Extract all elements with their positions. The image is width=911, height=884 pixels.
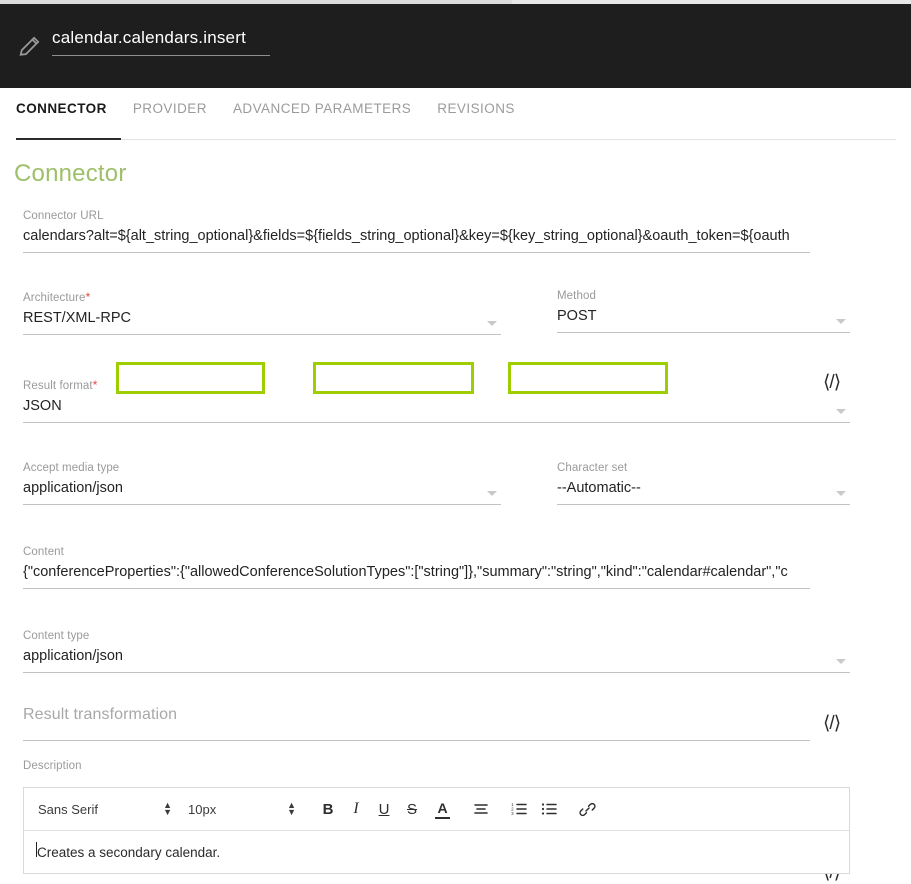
section-title: Connector <box>14 160 127 187</box>
result-format-field[interactable]: Result format* JSON <box>23 378 850 423</box>
font-size-value: 10px <box>188 801 217 817</box>
tab-active-indicator <box>16 137 121 140</box>
method-chevron-down-icon[interactable] <box>836 319 846 324</box>
character-set-underline <box>557 504 850 505</box>
accept-media-type-value[interactable]: application/json <box>23 478 501 499</box>
method-underline <box>557 332 850 333</box>
architecture-label: Architecture* <box>23 290 501 304</box>
result-format-required-marker: * <box>92 378 98 392</box>
result-format-label-text: Result format <box>23 380 93 392</box>
result-format-underline <box>23 422 850 423</box>
numbered-list-icon[interactable]: 1 2 3 <box>505 795 533 823</box>
accept-media-type-field[interactable]: Accept media type application/json <box>23 462 501 505</box>
result-transformation-underline <box>23 740 810 741</box>
character-set-chevron-down-icon[interactable] <box>836 491 846 496</box>
result-transformation-field[interactable]: Result transformation <box>23 704 810 741</box>
result-format-chevron-down-icon[interactable] <box>836 409 846 414</box>
description-editor[interactable]: Sans Serif ▲ ▼ 10px ▲ ▼ B I U S A 1 2 3 … <box>23 787 850 874</box>
description-editor-content[interactable]: Creates a secondary calendar. <box>24 831 849 860</box>
description-text[interactable]: Creates a secondary calendar. <box>37 845 220 860</box>
pencil-icon[interactable] <box>16 32 44 60</box>
font-family-select[interactable]: Sans Serif ▲ ▼ <box>38 801 172 817</box>
architecture-field[interactable]: Architecture* REST/XML-RPC <box>23 290 501 335</box>
architecture-required-marker: * <box>85 290 91 304</box>
tab-provider[interactable]: PROVIDER <box>133 101 207 131</box>
page-title[interactable]: calendar.calendars.insert <box>52 28 270 55</box>
description-label: Description <box>23 760 82 772</box>
result-format-label: Result format* <box>23 378 850 392</box>
content-field[interactable]: Content {"conferenceProperties":{"allowe… <box>23 546 810 589</box>
align-icon[interactable] <box>467 795 495 823</box>
tab-list: CONNECTOR PROVIDER ADVANCED PARAMETERS R… <box>16 101 541 131</box>
font-family-spinner-icon[interactable]: ▲ ▼ <box>163 801 172 817</box>
character-set-field[interactable]: Character set --Automatic-- <box>557 462 850 505</box>
header-title-wrap[interactable]: calendar.calendars.insert <box>52 28 270 56</box>
editor-toolbar: Sans Serif ▲ ▼ 10px ▲ ▼ B I U S A 1 2 3 <box>24 788 849 831</box>
content-code-icon[interactable]: ⟨/⟩ <box>823 712 841 735</box>
tab-advanced-parameters[interactable]: ADVANCED PARAMETERS <box>233 101 411 131</box>
architecture-chevron-down-icon[interactable] <box>487 321 497 326</box>
architecture-label-text: Architecture <box>23 292 86 304</box>
accept-media-type-label: Accept media type <box>23 462 120 474</box>
connector-url-underline <box>23 252 810 253</box>
connector-url-label: Connector URL <box>23 210 104 222</box>
bold-icon[interactable]: B <box>314 795 342 823</box>
content-underline <box>23 588 810 589</box>
accept-media-type-underline <box>23 504 501 505</box>
connector-url-value[interactable]: calendars?alt=${alt_string_optional}&fie… <box>23 226 810 247</box>
app-header: calendar.calendars.insert <box>0 4 911 88</box>
content-value[interactable]: {"conferenceProperties":{"allowedConfere… <box>23 562 810 583</box>
tab-revisions[interactable]: REVISIONS <box>437 101 515 131</box>
method-label: Method <box>557 290 596 302</box>
accept-media-type-chevron-down-icon[interactable] <box>487 491 497 496</box>
architecture-underline <box>23 334 501 335</box>
svg-text:3: 3 <box>511 811 514 816</box>
font-size-spinner-icon[interactable]: ▲ ▼ <box>287 801 296 817</box>
content-type-label: Content type <box>23 630 90 642</box>
bulleted-list-icon[interactable] <box>535 795 563 823</box>
tab-bar: CONNECTOR PROVIDER ADVANCED PARAMETERS R… <box>0 88 911 140</box>
description-field: Description <box>23 760 850 776</box>
strikethrough-icon[interactable]: S <box>398 795 426 823</box>
header-title-underline <box>52 55 270 56</box>
character-set-value[interactable]: --Automatic-- <box>557 478 850 499</box>
tab-connector[interactable]: CONNECTOR <box>16 101 107 131</box>
result-format-value[interactable]: JSON <box>23 396 850 417</box>
method-value[interactable]: POST <box>557 306 850 327</box>
content-type-chevron-down-icon[interactable] <box>836 659 846 664</box>
font-family-value: Sans Serif <box>38 801 98 817</box>
content-type-field[interactable]: Content type application/json <box>23 630 850 673</box>
text-color-icon[interactable]: A <box>435 800 450 819</box>
underline-icon[interactable]: U <box>370 795 398 823</box>
italic-icon[interactable]: I <box>342 795 370 823</box>
content-type-value[interactable]: application/json <box>23 646 850 667</box>
result-transformation-label: Result transformation <box>23 706 178 723</box>
content-type-underline <box>23 672 850 673</box>
content-label: Content <box>23 546 64 558</box>
connector-url-field[interactable]: Connector URL calendars?alt=${alt_string… <box>23 210 810 253</box>
method-field[interactable]: Method POST <box>557 290 850 333</box>
architecture-value[interactable]: REST/XML-RPC <box>23 308 501 329</box>
tab-baseline <box>16 139 896 140</box>
character-set-label: Character set <box>557 462 628 474</box>
link-icon[interactable] <box>573 795 601 823</box>
text-caret <box>36 842 37 857</box>
font-size-select[interactable]: 10px ▲ ▼ <box>188 801 296 817</box>
